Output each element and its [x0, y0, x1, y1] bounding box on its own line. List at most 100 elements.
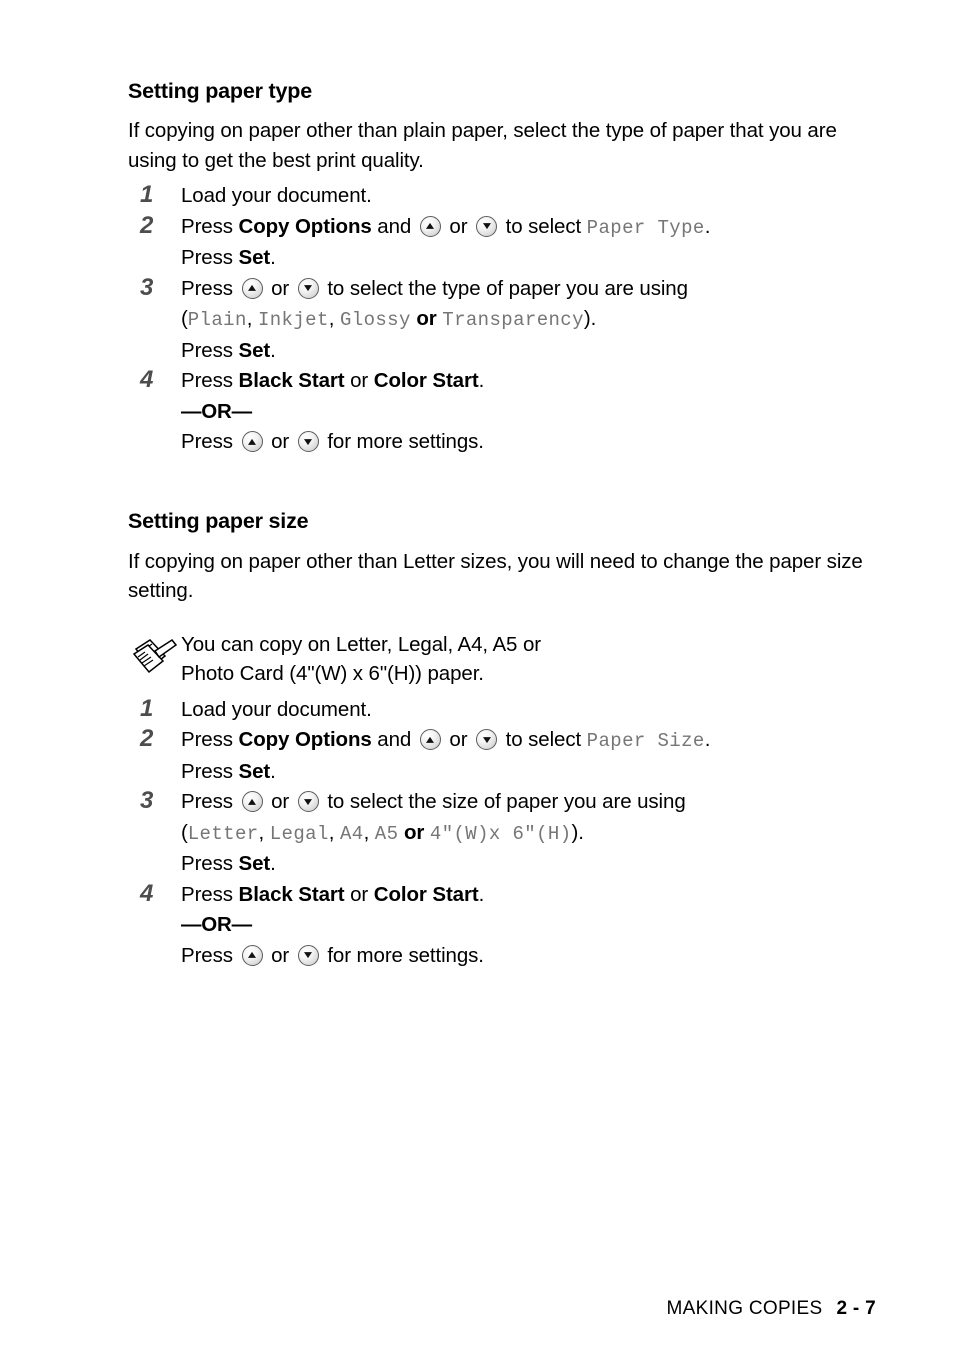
- copy-options-button-name: Copy Options: [238, 728, 372, 751]
- step-text: Press or to select the type of paper you…: [181, 274, 888, 305]
- option-value: 4″(W)x 6″(H): [429, 822, 572, 845]
- option-value: Legal: [269, 822, 329, 845]
- triangle-down-glyph: [304, 952, 313, 959]
- note-block: You can copy on Letter, Legal, A4, A5 or…: [128, 630, 888, 689]
- period: .: [704, 728, 711, 751]
- step-item: 3 Press or to select the type of paper y…: [128, 274, 888, 367]
- or-label: or: [265, 790, 295, 813]
- press-label: Press: [181, 943, 239, 967]
- open-paren: (: [181, 820, 188, 844]
- press-label: Press: [181, 790, 239, 813]
- or-label: or: [265, 943, 295, 967]
- lcd-value: Paper Size: [586, 730, 705, 752]
- note-line-2: Photo Card (4"(W) x 6"(H)) paper.: [181, 662, 484, 685]
- step-options-line: (Plain, Inkjet, Glossy or Transparency).: [181, 304, 888, 336]
- option-value: Inkjet: [257, 309, 329, 331]
- note-line-1: You can copy on Letter, Legal, A4, A5 or: [181, 632, 541, 656]
- triangle-down-glyph: [304, 798, 313, 805]
- triangle-down-glyph: [482, 223, 491, 230]
- black-start-button-name: Black Start: [238, 369, 345, 392]
- step-substep-press-set: Press Set.: [181, 336, 888, 367]
- arrow-up-icon[interactable]: [241, 277, 263, 299]
- section-heading: Setting paper size: [128, 508, 309, 533]
- step-options-line: (Letter, Legal, A4, A5 or 4″(W)x 6″(H)).: [181, 818, 888, 850]
- arrow-up-icon[interactable]: [241, 791, 263, 812]
- section-intro-paragraph: If copying on paper other than plain pap…: [128, 119, 837, 172]
- step-substep-press-set: Press Set.: [181, 757, 888, 788]
- triangle-up-glyph: [248, 284, 256, 291]
- step-item: 4 Press Black Start or Color Start. —OR—…: [128, 366, 888, 458]
- step-text: Press Black Start or Color Start.: [181, 366, 888, 397]
- press-label: Press: [181, 276, 239, 300]
- arrow-down-icon[interactable]: [297, 791, 319, 812]
- arrow-up-icon[interactable]: [241, 431, 263, 452]
- triangle-up-glyph: [426, 222, 435, 229]
- set-button-name: Set: [238, 246, 271, 269]
- press-label: Press: [181, 338, 239, 362]
- option-value: A4: [339, 822, 364, 845]
- arrow-up-icon[interactable]: [419, 729, 441, 750]
- more-settings-label: for more settings.: [321, 430, 484, 453]
- triangle-down-glyph: [482, 736, 491, 743]
- set-button-name: Set: [238, 759, 271, 783]
- step-item: 2 Press Copy Options and or to select Pa…: [128, 725, 888, 787]
- step-text: Press or to select the size of paper you…: [181, 787, 888, 818]
- arrow-down-icon[interactable]: [297, 944, 319, 966]
- triangle-up-glyph: [248, 438, 256, 445]
- press-label: Press: [181, 759, 239, 783]
- step-alternative-line: Press or for more settings.: [181, 941, 888, 972]
- period: .: [478, 369, 485, 392]
- press-label: Press: [181, 882, 239, 906]
- arrow-down-icon[interactable]: [297, 431, 319, 452]
- step-text: Press Black Start or Color Start.: [181, 880, 888, 911]
- arrow-down-icon[interactable]: [297, 277, 319, 299]
- or-separator: —OR—: [181, 399, 252, 423]
- and-label: and: [371, 214, 417, 238]
- step-number: 3: [140, 787, 153, 814]
- step-number: 4: [140, 366, 153, 393]
- comma: ,: [258, 820, 270, 844]
- step-list: 1 Load your document. 2 Press Copy Optio…: [128, 181, 888, 458]
- arrow-down-icon[interactable]: [476, 215, 498, 237]
- step-alternative-line: Press or for more settings.: [181, 427, 888, 458]
- section-intro-paragraph: If copying on paper other than Letter si…: [128, 549, 863, 603]
- step-number: 1: [140, 694, 153, 722]
- triangle-down-glyph: [304, 438, 313, 445]
- or-label: or: [443, 728, 474, 751]
- or-label: or: [344, 369, 374, 392]
- arrow-down-icon[interactable]: [476, 729, 498, 750]
- arrow-up-icon[interactable]: [419, 215, 441, 237]
- page-content: Setting paper type If copying on paper o…: [128, 78, 888, 971]
- section-setting-paper-type: Setting paper type If copying on paper o…: [128, 78, 888, 458]
- period: .: [704, 214, 711, 238]
- period: .: [270, 338, 276, 362]
- arrow-up-icon[interactable]: [241, 944, 263, 966]
- color-start-button-name: Color Start: [373, 882, 479, 906]
- more-settings-label: for more settings.: [321, 943, 484, 967]
- option-value: Glossy: [339, 309, 411, 331]
- option-value: A5: [374, 822, 399, 845]
- step-text: Press Copy Options and or to select Pape…: [181, 725, 888, 757]
- lcd-value: Paper Type: [586, 216, 705, 239]
- triangle-down-glyph: [304, 285, 313, 292]
- step-substep-press-set: Press Set.: [181, 243, 888, 274]
- step-item: 1 Load your document.: [128, 181, 888, 212]
- select-label: to select: [500, 728, 587, 751]
- select-label: to select: [500, 214, 587, 238]
- step-item: 1 Load your document.: [128, 695, 888, 726]
- press-label: Press: [181, 728, 239, 751]
- step-text: Load your document.: [181, 184, 372, 207]
- comma: ,: [246, 307, 258, 330]
- footer-page-number: 2 - 7: [836, 1298, 876, 1319]
- step-item: 2 Press Copy Options and or to select Pa…: [128, 212, 888, 274]
- or-label: or: [443, 214, 474, 238]
- section-setting-paper-size: Setting paper size If copying on paper o…: [128, 508, 888, 972]
- step-substep-press-set: Press Set.: [181, 849, 888, 880]
- or-word: or: [398, 820, 430, 844]
- step-number: 2: [140, 725, 153, 752]
- step-number: 2: [140, 211, 153, 239]
- or-label: or: [265, 430, 295, 453]
- document-page: Setting paper type If copying on paper o…: [0, 0, 954, 1352]
- or-word: or: [410, 307, 443, 330]
- step-number: 4: [140, 879, 153, 907]
